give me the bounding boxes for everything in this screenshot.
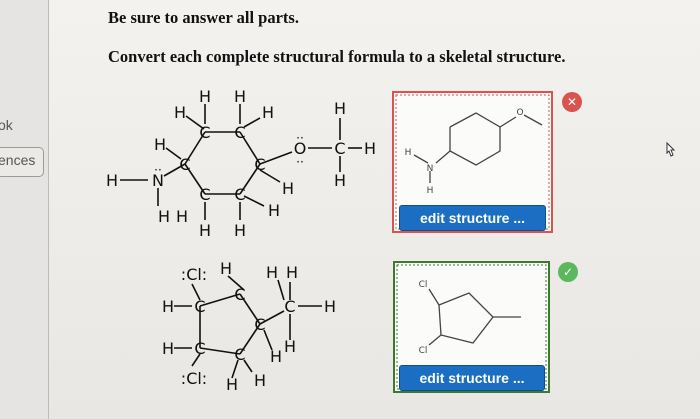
atom-c: C — [254, 315, 265, 334]
atom-cl: :Cl: — [181, 265, 207, 284]
sidebar: ok ences — [0, 0, 49, 419]
x-icon: ✕ — [562, 92, 582, 112]
atom-c: C — [254, 155, 265, 174]
answer-atom-h: H — [405, 148, 412, 158]
atom-h: H — [226, 375, 238, 394]
atom-c: C — [194, 297, 205, 316]
atom-c: C — [179, 155, 190, 174]
atom-h: H — [266, 263, 278, 282]
edit-structure-button-1[interactable]: edit structure ... — [399, 205, 546, 231]
atom-h: H — [162, 297, 174, 316]
atom-c: C — [194, 339, 205, 358]
atom-c: C — [234, 345, 245, 364]
answer-atom-n: N — [427, 164, 434, 174]
atom-h: H — [284, 337, 296, 356]
atom-h: H — [254, 371, 266, 390]
atom-c: C — [234, 285, 245, 304]
atom-h: H — [364, 139, 376, 158]
edit-structure-button-2[interactable]: edit structure ... — [399, 365, 545, 391]
atom-h: H — [174, 103, 186, 122]
atom-h: H — [268, 201, 280, 220]
lone-pair: ·· — [154, 163, 162, 177]
instruction-line-1: Be sure to answer all parts. — [108, 8, 299, 27]
atom-h: H — [334, 171, 346, 190]
answer-box-2[interactable]: Cl Cl edit structure ... — [393, 261, 550, 393]
atom-h: H — [162, 339, 174, 358]
check-icon: ✓ — [558, 262, 578, 282]
atom-h: H — [234, 87, 246, 106]
atom-h: H — [199, 87, 211, 106]
atom-c: C — [199, 185, 210, 204]
atom-c: C — [234, 185, 245, 204]
page: ok ences Be sure to answer all parts. Co… — [0, 0, 700, 419]
atom-h: H — [220, 259, 232, 278]
answer-atom-cl: Cl — [419, 280, 428, 290]
atom-h: H — [286, 263, 298, 282]
structural-formula-1: C C C C C C N ·· O ·· ·· C H H H H H H H… — [106, 87, 376, 240]
atom-h: H — [154, 135, 166, 154]
atom-h: H — [262, 103, 274, 122]
atom-cl: :Cl: — [181, 369, 207, 388]
answer-atom-h: H — [427, 186, 434, 196]
sidebar-item-ences[interactable]: ences — [0, 152, 35, 168]
atom-h: H — [334, 99, 346, 118]
sidebar-item-ok[interactable]: ok — [0, 117, 13, 133]
structural-formula-2: C C C C C C :Cl: :Cl: H H H H H H H H H … — [162, 259, 336, 394]
atom-c: C — [334, 139, 345, 158]
atom-h: H — [234, 221, 246, 240]
atom-h: H — [324, 297, 336, 316]
atom-c: C — [234, 123, 245, 142]
lone-pair: ·· — [296, 131, 304, 145]
instruction-line-2: Convert each complete structural formula… — [108, 47, 566, 66]
answer-atom-cl: Cl — [419, 346, 428, 356]
answer-atom-o: O — [516, 108, 523, 118]
mouse-pointer-icon — [666, 141, 676, 157]
atom-c: C — [284, 297, 295, 316]
atom-h: H — [199, 221, 211, 240]
atom-h: H — [176, 207, 188, 226]
atom-h: H — [270, 347, 282, 366]
lone-pair: ·· — [296, 155, 304, 169]
atom-c: C — [199, 123, 210, 142]
atom-h: H — [158, 207, 170, 226]
atom-h: H — [282, 179, 294, 198]
atom-h: H — [106, 171, 118, 190]
answer-box-1[interactable]: O N H H edit structure ... — [392, 91, 553, 233]
